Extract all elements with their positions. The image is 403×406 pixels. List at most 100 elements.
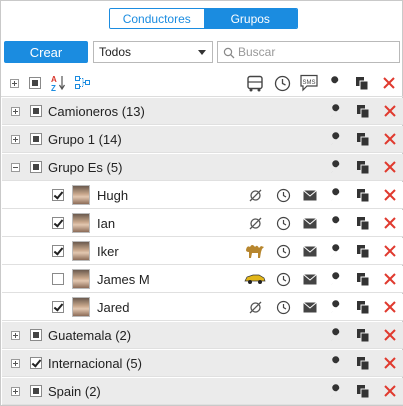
delete-icon[interactable] bbox=[384, 105, 396, 117]
clock-icon[interactable] bbox=[276, 272, 291, 287]
member-label: Iker bbox=[97, 244, 119, 259]
group-row[interactable]: Camioneros (13) bbox=[2, 98, 403, 125]
wrench-icon[interactable] bbox=[329, 244, 344, 259]
member-row[interactable]: Jared bbox=[2, 294, 403, 321]
wrench-icon[interactable] bbox=[329, 272, 344, 287]
group-row[interactable]: Guatemala (2) bbox=[2, 322, 403, 349]
group-row[interactable]: Grupo 1 (14) bbox=[2, 126, 403, 153]
expand-icon[interactable] bbox=[11, 359, 20, 368]
member-row[interactable]: Hugh bbox=[2, 182, 403, 209]
tab-grupos[interactable]: Grupos bbox=[203, 9, 297, 28]
mail-icon[interactable] bbox=[303, 302, 317, 313]
wrench-icon[interactable] bbox=[329, 384, 344, 399]
copy-icon[interactable] bbox=[356, 244, 370, 259]
unbind-icon[interactable] bbox=[248, 300, 263, 315]
delete-icon[interactable] bbox=[384, 329, 396, 341]
bus-icon[interactable] bbox=[246, 75, 264, 93]
copy-icon[interactable] bbox=[356, 216, 370, 231]
create-button[interactable]: Crear bbox=[4, 41, 88, 63]
group-checkbox[interactable] bbox=[30, 161, 42, 173]
delete-icon[interactable] bbox=[384, 245, 396, 257]
group-checkbox[interactable] bbox=[30, 329, 42, 341]
copy-icon[interactable] bbox=[356, 160, 370, 175]
hierarchy-icon[interactable] bbox=[75, 76, 91, 90]
member-row[interactable]: Iker bbox=[2, 238, 403, 265]
expand-all-icon[interactable] bbox=[10, 79, 19, 88]
car-icon[interactable] bbox=[244, 273, 266, 285]
mail-icon[interactable] bbox=[303, 246, 317, 257]
delete-icon[interactable] bbox=[384, 217, 396, 229]
expand-icon[interactable] bbox=[11, 135, 20, 144]
group-row[interactable]: Internacional (5) bbox=[2, 350, 403, 377]
delete-icon[interactable] bbox=[384, 273, 396, 285]
sms-icon[interactable]: SMS bbox=[299, 74, 319, 92]
member-checkbox[interactable] bbox=[52, 217, 64, 229]
clock-icon[interactable] bbox=[276, 188, 291, 203]
delete-icon[interactable] bbox=[384, 133, 396, 145]
group-checkbox[interactable] bbox=[30, 385, 42, 397]
select-all-checkbox[interactable] bbox=[29, 77, 41, 89]
group-checkbox[interactable] bbox=[30, 133, 42, 145]
expand-icon[interactable] bbox=[11, 331, 20, 340]
copy-icon[interactable] bbox=[356, 272, 370, 287]
wrench-icon[interactable] bbox=[329, 300, 344, 315]
delete-icon[interactable] bbox=[384, 161, 396, 173]
copy-icon[interactable] bbox=[356, 188, 370, 203]
mail-icon[interactable] bbox=[303, 274, 317, 285]
copy-icon[interactable] bbox=[356, 328, 370, 343]
search-icon bbox=[223, 47, 235, 59]
member-row[interactable]: James M bbox=[2, 266, 403, 293]
copy-icon[interactable] bbox=[356, 132, 370, 147]
copy-icon[interactable] bbox=[356, 384, 370, 399]
clock-icon[interactable] bbox=[274, 75, 291, 92]
clock-icon[interactable] bbox=[276, 216, 291, 231]
clock-icon[interactable] bbox=[276, 300, 291, 315]
clock-icon[interactable] bbox=[276, 244, 291, 259]
collapse-icon[interactable] bbox=[11, 163, 20, 172]
wrench-icon[interactable] bbox=[329, 188, 344, 203]
group-row[interactable]: Grupo Es (5) bbox=[2, 154, 403, 181]
member-checkbox[interactable] bbox=[52, 301, 64, 313]
delete-icon[interactable] bbox=[383, 77, 395, 89]
member-checkbox[interactable] bbox=[52, 273, 64, 285]
avatar bbox=[72, 297, 90, 317]
group-checkbox[interactable] bbox=[30, 357, 42, 369]
delete-icon[interactable] bbox=[384, 301, 396, 313]
unbind-icon[interactable] bbox=[248, 188, 263, 203]
search-placeholder: Buscar bbox=[238, 45, 276, 59]
wrench-icon[interactable] bbox=[329, 356, 344, 371]
mail-icon[interactable] bbox=[303, 218, 317, 229]
copy-icon[interactable] bbox=[356, 356, 370, 371]
delete-icon[interactable] bbox=[384, 357, 396, 369]
member-row[interactable]: Ian bbox=[2, 210, 403, 237]
wrench-icon[interactable] bbox=[329, 160, 344, 175]
copy-icon[interactable] bbox=[356, 104, 370, 119]
copy-icon[interactable] bbox=[355, 76, 369, 91]
avatar bbox=[72, 269, 90, 289]
svg-text:A: A bbox=[51, 75, 57, 84]
wrench-icon[interactable] bbox=[329, 328, 344, 343]
wrench-icon[interactable] bbox=[329, 104, 344, 119]
mail-icon[interactable] bbox=[303, 190, 317, 201]
member-checkbox[interactable] bbox=[52, 245, 64, 257]
sort-az-icon[interactable]: A Z bbox=[51, 74, 67, 92]
search-input[interactable]: Buscar bbox=[217, 41, 400, 63]
member-label: Hugh bbox=[97, 188, 129, 203]
group-checkbox[interactable] bbox=[30, 105, 42, 117]
wrench-icon[interactable] bbox=[328, 76, 343, 91]
expand-icon[interactable] bbox=[11, 387, 20, 396]
group-row[interactable]: Spain (2) bbox=[2, 378, 403, 405]
filter-select[interactable]: Todos bbox=[93, 41, 213, 63]
delete-icon[interactable] bbox=[384, 385, 396, 397]
copy-icon[interactable] bbox=[356, 300, 370, 315]
member-checkbox[interactable] bbox=[52, 189, 64, 201]
wrench-icon[interactable] bbox=[329, 132, 344, 147]
tab-conductores[interactable]: Conductores bbox=[110, 9, 204, 28]
camel-icon[interactable] bbox=[244, 242, 266, 260]
tab-bar: Conductores Grupos bbox=[109, 8, 298, 29]
delete-icon[interactable] bbox=[384, 189, 396, 201]
group-label: Guatemala (2) bbox=[48, 328, 132, 343]
expand-icon[interactable] bbox=[11, 107, 20, 116]
unbind-icon[interactable] bbox=[248, 216, 263, 231]
wrench-icon[interactable] bbox=[329, 216, 344, 231]
